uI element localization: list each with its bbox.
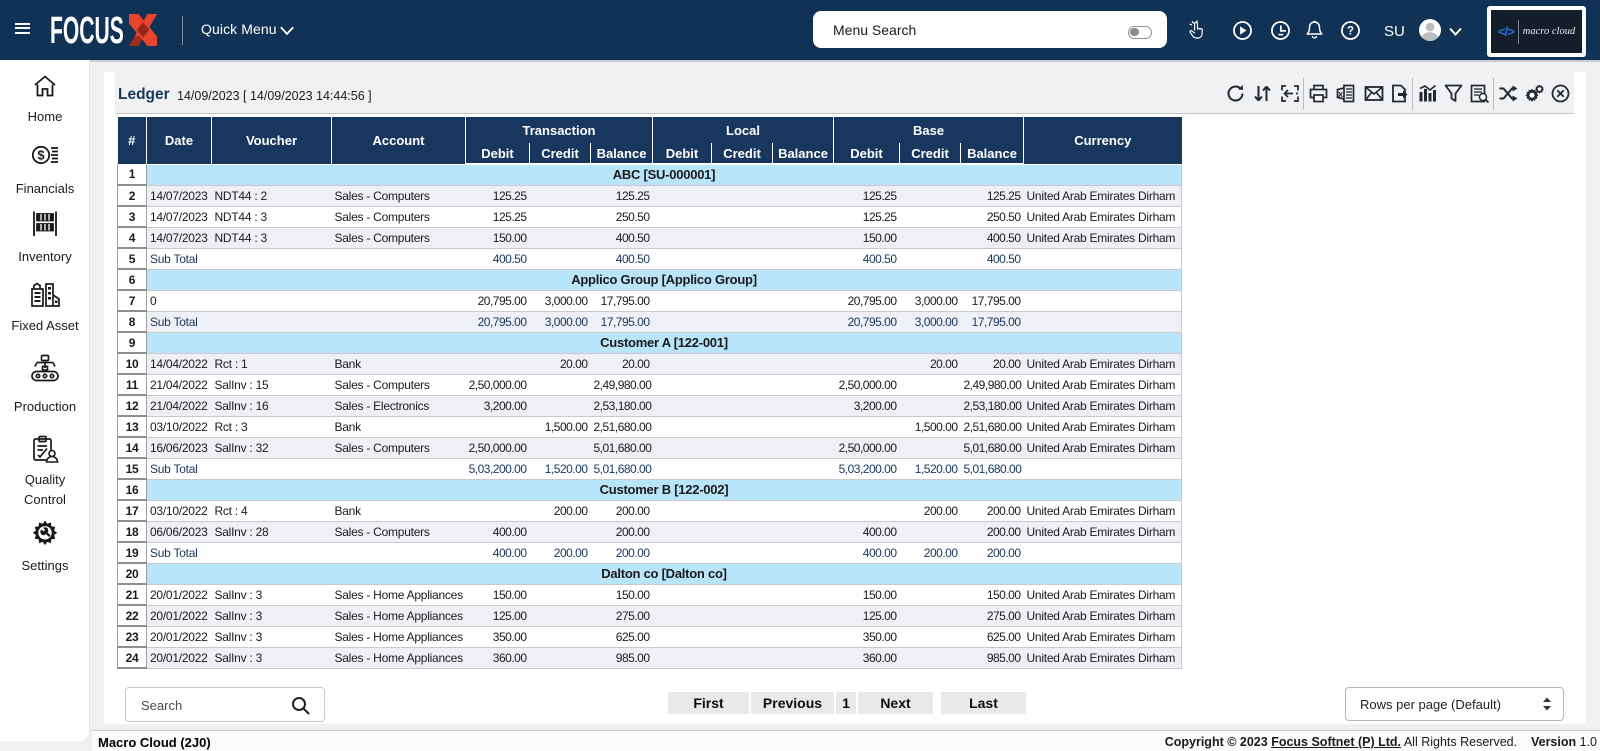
svg-text:x: x [1338, 89, 1343, 99]
svg-text:$: $ [37, 148, 45, 163]
svg-text:?: ? [1347, 26, 1354, 38]
